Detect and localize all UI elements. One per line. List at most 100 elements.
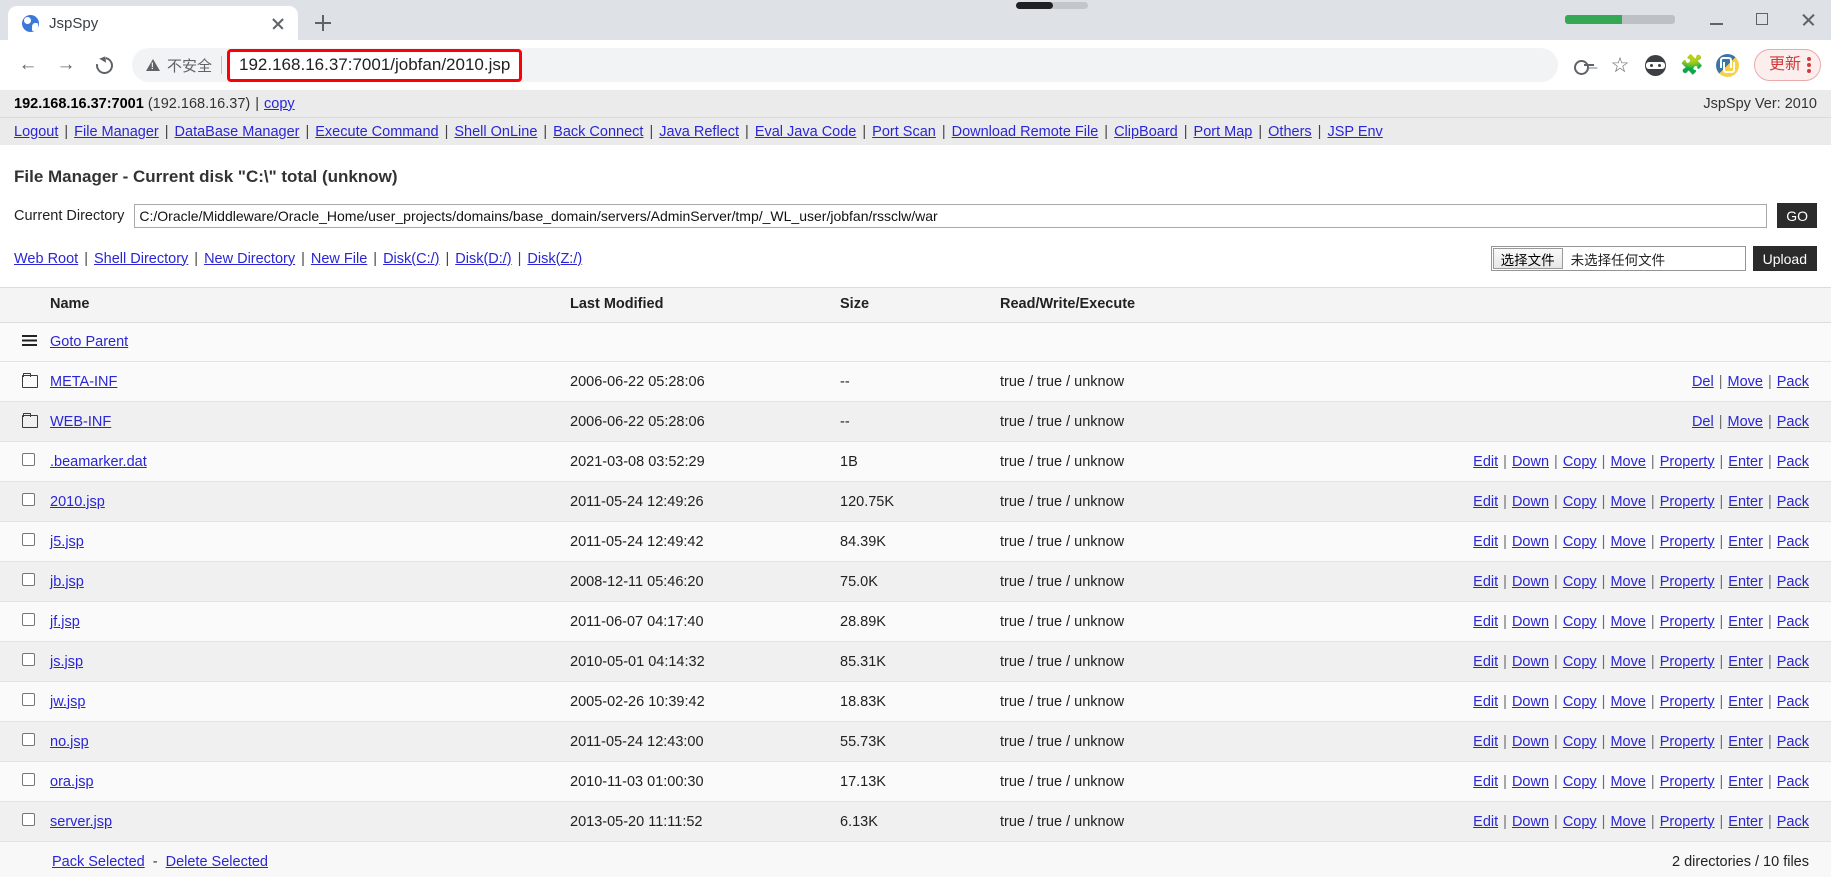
action-enter[interactable]: Enter xyxy=(1728,654,1763,670)
nav-item-java-reflect[interactable]: Java Reflect xyxy=(659,124,739,140)
address-bar-url[interactable]: 192.168.16.37:7001/jobfan/2010.jsp xyxy=(239,55,510,75)
pack-selected-link[interactable]: Pack Selected xyxy=(52,854,145,870)
file-link[interactable]: jw.jsp xyxy=(50,694,85,710)
action-property[interactable]: Property xyxy=(1660,774,1715,790)
action-copy[interactable]: Copy xyxy=(1563,534,1597,550)
copy-link[interactable]: copy xyxy=(264,96,295,112)
go-button[interactable]: GO xyxy=(1777,203,1817,228)
file-link[interactable]: META-INF xyxy=(50,374,117,390)
action-move[interactable]: Move xyxy=(1610,694,1645,710)
action-copy[interactable]: Copy xyxy=(1563,494,1597,510)
action-move[interactable]: Move xyxy=(1728,414,1763,430)
kebab-menu-icon[interactable] xyxy=(1807,56,1811,74)
nav-item-back-connect[interactable]: Back Connect xyxy=(553,124,643,140)
current-directory-input[interactable] xyxy=(134,203,1768,228)
action-down[interactable]: Down xyxy=(1512,654,1549,670)
nav-item-port-scan[interactable]: Port Scan xyxy=(872,124,936,140)
action-down[interactable]: Down xyxy=(1512,534,1549,550)
maximize-button[interactable] xyxy=(1739,0,1785,38)
tool-link-shell-directory[interactable]: Shell Directory xyxy=(94,251,188,267)
update-button[interactable]: 更新 xyxy=(1753,49,1821,81)
file-link[interactable]: js.jsp xyxy=(50,654,83,670)
action-pack[interactable]: Pack xyxy=(1777,574,1809,590)
extensions-button[interactable]: 🧩 xyxy=(1676,49,1708,81)
action-pack[interactable]: Pack xyxy=(1777,774,1809,790)
row-checkbox[interactable] xyxy=(22,573,35,586)
action-enter[interactable]: Enter xyxy=(1728,534,1763,550)
close-icon[interactable] xyxy=(268,13,288,33)
choose-file-button[interactable]: 选择文件 xyxy=(1492,248,1563,269)
action-copy[interactable]: Copy xyxy=(1563,654,1597,670)
file-link[interactable]: j5.jsp xyxy=(50,534,84,550)
omnibox[interactable]: 不安全 192.168.16.37:7001/jobfan/2010.jsp xyxy=(132,48,1558,82)
action-enter[interactable]: Enter xyxy=(1728,494,1763,510)
delete-selected-link[interactable]: Delete Selected xyxy=(166,854,268,870)
tool-link-new-directory[interactable]: New Directory xyxy=(204,251,295,267)
browser-tab[interactable]: JspSpy xyxy=(8,6,298,40)
row-checkbox[interactable] xyxy=(22,773,35,786)
nav-item-logout[interactable]: Logout xyxy=(14,124,58,140)
action-move[interactable]: Move xyxy=(1610,734,1645,750)
action-enter[interactable]: Enter xyxy=(1728,774,1763,790)
row-checkbox[interactable] xyxy=(22,453,35,466)
tool-link-disk-d-[interactable]: Disk(D:/) xyxy=(455,251,511,267)
password-manager-button[interactable] xyxy=(1568,49,1600,81)
action-move[interactable]: Move xyxy=(1728,374,1763,390)
back-button[interactable]: ← xyxy=(10,47,46,83)
file-link[interactable]: no.jsp xyxy=(50,734,89,750)
action-property[interactable]: Property xyxy=(1660,534,1715,550)
action-copy[interactable]: Copy xyxy=(1563,774,1597,790)
action-copy[interactable]: Copy xyxy=(1563,814,1597,830)
row-checkbox[interactable] xyxy=(22,613,35,626)
tool-link-web-root[interactable]: Web Root xyxy=(14,251,78,267)
nav-item-jsp-env[interactable]: JSP Env xyxy=(1327,124,1382,140)
file-link[interactable]: ora.jsp xyxy=(50,774,94,790)
action-move[interactable]: Move xyxy=(1610,574,1645,590)
row-checkbox[interactable] xyxy=(22,653,35,666)
nav-item-file-manager[interactable]: File Manager xyxy=(74,124,159,140)
action-move[interactable]: Move xyxy=(1610,454,1645,470)
nav-item-port-map[interactable]: Port Map xyxy=(1194,124,1253,140)
file-link[interactable]: jb.jsp xyxy=(50,574,84,590)
nav-item-download-remote-file[interactable]: Download Remote File xyxy=(952,124,1099,140)
ninja-extension-button[interactable] xyxy=(1640,49,1672,81)
action-move[interactable]: Move xyxy=(1610,774,1645,790)
row-checkbox[interactable] xyxy=(22,693,35,706)
forward-button[interactable]: → xyxy=(48,47,84,83)
action-pack[interactable]: Pack xyxy=(1777,374,1809,390)
action-enter[interactable]: Enter xyxy=(1728,694,1763,710)
action-down[interactable]: Down xyxy=(1512,454,1549,470)
action-edit[interactable]: Edit xyxy=(1473,454,1498,470)
nav-item-execute-command[interactable]: Execute Command xyxy=(315,124,438,140)
action-move[interactable]: Move xyxy=(1610,494,1645,510)
action-edit[interactable]: Edit xyxy=(1473,534,1498,550)
tool-link-disk-z-[interactable]: Disk(Z:/) xyxy=(527,251,582,267)
minimize-button[interactable] xyxy=(1693,0,1739,38)
new-tab-button[interactable] xyxy=(308,8,338,38)
action-edit[interactable]: Edit xyxy=(1473,494,1498,510)
action-property[interactable]: Property xyxy=(1660,574,1715,590)
nav-item-database-manager[interactable]: DataBase Manager xyxy=(175,124,300,140)
action-property[interactable]: Property xyxy=(1660,494,1715,510)
file-upload-input[interactable]: 选择文件 未选择任何文件 xyxy=(1490,246,1746,271)
action-property[interactable]: Property xyxy=(1660,694,1715,710)
action-property[interactable]: Property xyxy=(1660,654,1715,670)
action-del[interactable]: Del xyxy=(1692,374,1714,390)
action-copy[interactable]: Copy xyxy=(1563,574,1597,590)
tool-link-new-file[interactable]: New File xyxy=(311,251,367,267)
row-checkbox[interactable] xyxy=(22,813,35,826)
action-pack[interactable]: Pack xyxy=(1777,654,1809,670)
action-enter[interactable]: Enter xyxy=(1728,574,1763,590)
folder-icon[interactable] xyxy=(22,373,38,388)
action-pack[interactable]: Pack xyxy=(1777,614,1809,630)
reload-button[interactable] xyxy=(86,47,122,83)
file-link[interactable]: WEB-INF xyxy=(50,414,111,430)
window-close-button[interactable] xyxy=(1785,0,1831,38)
action-enter[interactable]: Enter xyxy=(1728,814,1763,830)
row-checkbox[interactable] xyxy=(22,733,35,746)
file-link[interactable]: server.jsp xyxy=(50,814,112,830)
action-edit[interactable]: Edit xyxy=(1473,694,1498,710)
action-enter[interactable]: Enter xyxy=(1728,734,1763,750)
action-copy[interactable]: Copy xyxy=(1563,614,1597,630)
action-down[interactable]: Down xyxy=(1512,494,1549,510)
